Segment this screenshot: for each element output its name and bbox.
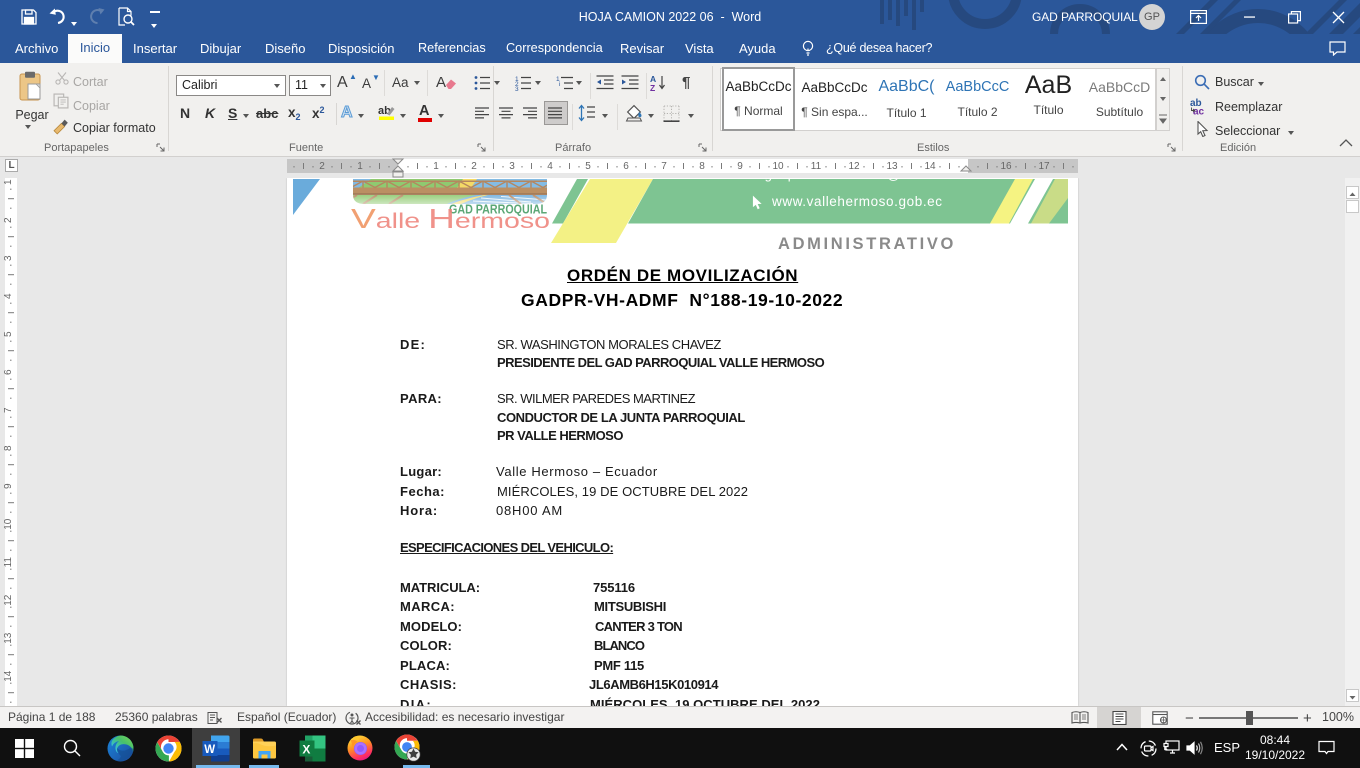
svg-text:8: 8 [3,445,14,451]
svg-text:14: 14 [3,670,14,682]
svg-text:3: 3 [515,86,519,91]
svg-text:12: 12 [3,594,14,606]
svg-text:14: 14 [924,161,936,172]
svg-text:4: 4 [3,293,14,299]
svg-text:11: 11 [3,557,14,568]
svg-text:3: 3 [509,161,515,172]
svg-text:9: 9 [3,483,14,489]
svg-text:17: 17 [1038,161,1050,172]
svg-text:8: 8 [699,161,705,172]
svg-text:13: 13 [3,632,14,644]
svg-text:4: 4 [547,161,553,172]
svg-text:2: 2 [3,217,14,223]
svg-text:1: 1 [357,161,363,172]
svg-text:i: i [559,81,560,88]
svg-text:3: 3 [3,255,14,261]
svg-text:Z: Z [650,83,655,91]
svg-text:16: 16 [1000,161,1012,172]
svg-text:13: 13 [886,161,898,172]
svg-text:1: 1 [433,161,439,172]
svg-text:9: 9 [737,161,743,172]
svg-text:7: 7 [3,407,14,413]
svg-text:2: 2 [319,161,325,172]
svg-text:12: 12 [848,161,860,172]
svg-text:5: 5 [3,331,14,337]
svg-text:10: 10 [772,161,784,172]
svg-text:7: 7 [661,161,667,172]
svg-text:6: 6 [3,369,14,375]
svg-text:10: 10 [3,518,14,530]
svg-text:5: 5 [585,161,591,172]
svg-text:2: 2 [471,161,477,172]
svg-text:6: 6 [623,161,629,172]
svg-text:1: 1 [3,179,14,185]
svg-text:11: 11 [811,161,822,172]
